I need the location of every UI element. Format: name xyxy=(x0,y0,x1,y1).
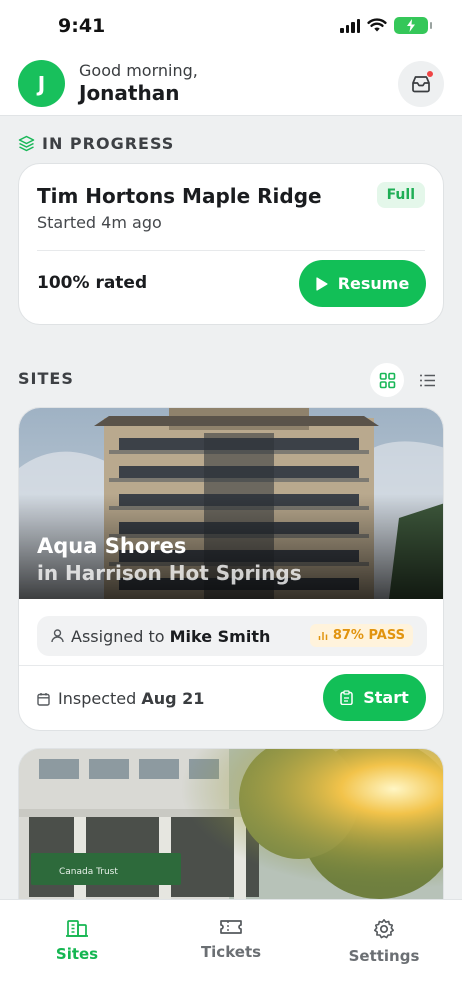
full-badge: Full xyxy=(376,182,425,208)
play-icon xyxy=(316,276,328,291)
assignee-text: Assigned to Mike Smith xyxy=(71,627,270,646)
pass-badge-label: 87% PASS xyxy=(332,628,405,643)
avatar[interactable]: J xyxy=(18,60,65,107)
start-button[interactable]: Start xyxy=(323,674,426,721)
in-progress-label: IN PROGRESS xyxy=(42,134,175,153)
calendar-icon xyxy=(37,692,50,706)
sites-heading: SITES xyxy=(18,369,74,388)
start-label: Start xyxy=(363,688,409,707)
in-progress-heading: IN PROGRESS xyxy=(18,134,174,153)
tab-bar: Sites Tickets Settings xyxy=(0,899,462,1000)
wifi-icon xyxy=(367,18,387,32)
greeting-text: Good morning, xyxy=(79,61,198,80)
app-header: J Good morning, Jonathan xyxy=(0,50,462,116)
battery-icon xyxy=(394,17,432,34)
assignee-row: Assigned to Mike Smith 87% PASS xyxy=(37,616,427,656)
grid-view-button[interactable] xyxy=(370,363,404,397)
tab-tickets-label: Tickets xyxy=(200,943,262,961)
site-name: Aqua Shores xyxy=(37,534,187,558)
assignee-name: Mike Smith xyxy=(169,627,271,646)
site-card[interactable]: Aqua Shores in Harrison Hot Springs Assi… xyxy=(18,407,444,731)
sign-text: Canada Trust xyxy=(59,867,118,877)
inspected-prefix: Inspected xyxy=(58,689,137,708)
inbox-button[interactable] xyxy=(398,61,444,107)
notification-dot xyxy=(426,70,434,78)
tab-settings-label: Settings xyxy=(348,947,420,965)
tab-tickets[interactable]: Tickets xyxy=(171,918,291,961)
rated-percentage: 100% rated xyxy=(37,273,148,293)
user-name: Jonathan xyxy=(79,81,180,105)
tab-settings[interactable]: Settings xyxy=(324,918,444,965)
divider xyxy=(19,665,443,666)
signal-icon xyxy=(340,18,360,33)
divider xyxy=(37,250,425,251)
tab-sites-label: Sites xyxy=(55,945,99,963)
in-progress-title: Tim Hortons Maple Ridge xyxy=(37,184,322,208)
tab-sites[interactable]: Sites xyxy=(17,918,137,963)
resume-label: Resume xyxy=(337,274,410,293)
site-photo: Aqua Shores in Harrison Hot Springs xyxy=(19,408,443,599)
clipboard-icon xyxy=(340,690,353,705)
pass-badge: 87% PASS xyxy=(309,624,413,647)
status-bar: 9:41 xyxy=(0,0,462,50)
in-progress-started: Started 4m ago xyxy=(37,213,162,232)
ticket-icon xyxy=(220,920,242,934)
grid-icon xyxy=(379,372,395,388)
sites-label: SITES xyxy=(18,369,74,388)
list-view-button[interactable] xyxy=(410,363,444,397)
in-progress-card[interactable]: Tim Hortons Maple Ridge Started 4m ago F… xyxy=(18,163,444,325)
layers-icon xyxy=(18,135,35,152)
assigned-prefix: Assigned to xyxy=(71,627,165,646)
status-time: 9:41 xyxy=(58,15,106,37)
gear-icon xyxy=(374,919,394,939)
view-toggle xyxy=(370,363,444,397)
list-icon xyxy=(419,374,435,386)
bar-chart-icon xyxy=(318,632,328,640)
site-location: in Harrison Hot Springs xyxy=(37,561,302,585)
inspected-date: Aug 21 xyxy=(141,689,205,708)
user-icon xyxy=(51,629,64,643)
resume-button[interactable]: Resume xyxy=(299,260,426,307)
inspected-row: Inspected Aug 21 xyxy=(37,689,204,708)
building-icon xyxy=(66,920,88,937)
status-icons xyxy=(340,17,432,34)
